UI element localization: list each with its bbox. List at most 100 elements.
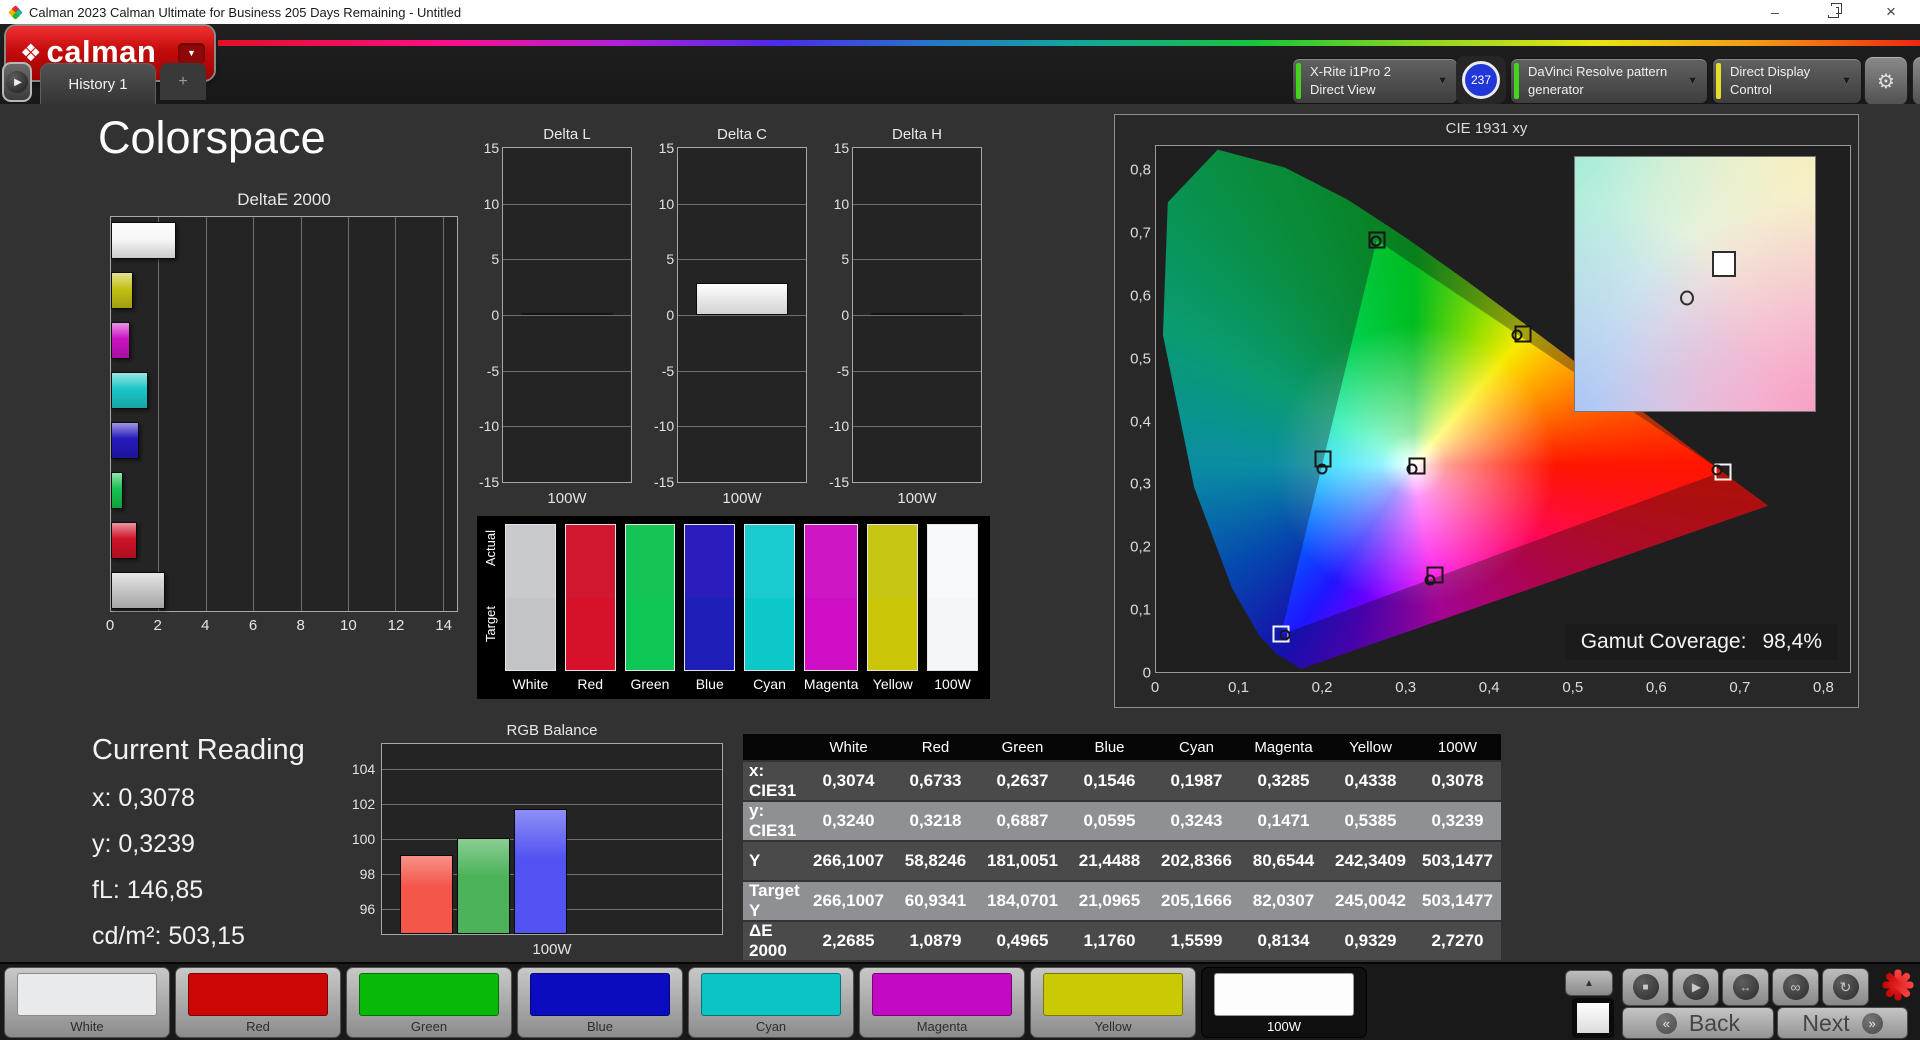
table-cell: 266,1007 (813, 851, 884, 870)
settings-button[interactable]: ⚙ (1864, 56, 1908, 106)
chevron-down-icon: ▼ (1841, 75, 1852, 87)
patch-button-white[interactable]: White (4, 967, 170, 1038)
column-header: 100W (1437, 738, 1478, 756)
minimize-button[interactable]: – (1746, 0, 1804, 24)
patch-button-magenta[interactable]: Magenta (859, 967, 1025, 1038)
table-cell: 0,2637 (996, 771, 1049, 790)
target-swatch (928, 597, 977, 670)
gamut-coverage-value: 98,4% (1762, 630, 1822, 653)
x-axis-label: 100W (897, 490, 937, 507)
stop-measure-button[interactable]: ■ (1622, 968, 1669, 1006)
axis-tick-label: 0 (1142, 664, 1151, 682)
table-cell: 2,2685 (822, 931, 875, 950)
patch-button-100w[interactable]: 100W (1201, 967, 1367, 1038)
deltae-bars (111, 217, 457, 611)
page-title: Colorspace (98, 112, 326, 163)
display-control-dropdown[interactable]: Direct Display Control ▼ (1712, 58, 1862, 104)
column-header: Green (1001, 738, 1044, 756)
expand-pattern-options-button[interactable]: ▲ (1565, 970, 1613, 996)
table-cell: 0,1987 (1170, 771, 1223, 790)
gridline (503, 315, 631, 316)
swatch-columns: White Red Green Blue Cyan Magenta Yellow 100W (505, 524, 978, 699)
chart-title: Delta L (543, 126, 591, 143)
axis-tick-label: 0,8 (1812, 679, 1834, 696)
axis-tick-label: -15 (478, 474, 500, 490)
patch-swatch (1214, 973, 1354, 1016)
gridline (382, 803, 722, 805)
refresh-button[interactable]: ↻ (1822, 968, 1869, 1006)
patch-button-cyan[interactable]: Cyan (688, 967, 854, 1038)
axis-tick-label: 0,1 (1130, 601, 1151, 619)
patch-button-green[interactable]: Green (346, 967, 512, 1038)
logo-dropdown-caret-icon[interactable]: ▼ (178, 42, 205, 64)
swatch-label: White (512, 676, 549, 692)
measure-series-button[interactable]: ↔ (1722, 968, 1769, 1006)
gamut-coverage-readout: Gamut Coverage: 98,4% (1564, 624, 1838, 660)
column-header: Blue (1094, 738, 1125, 756)
step-icon: ↔ (1732, 974, 1759, 1000)
swatch-column-green: Green (624, 524, 676, 699)
meter-dropdown[interactable]: X-Rite i1Pro 2 Direct View ▼ (1292, 58, 1458, 104)
next-button[interactable]: Next » (1777, 1007, 1908, 1039)
reading-value: 0,3239 (118, 830, 195, 858)
x-axis-label: 100W (722, 490, 762, 507)
actual-swatch (804, 525, 858, 598)
deltae-bar-yellow (111, 272, 134, 309)
collapse-panel-button[interactable]: ◀ (1912, 56, 1920, 106)
swatch (505, 524, 556, 671)
gridline (503, 426, 631, 428)
patch-swatch (188, 973, 328, 1016)
deltae-bar-red (111, 522, 137, 559)
cie-plot-area: Gamut Coverage: 98,4% (1155, 145, 1851, 673)
table-cell: 0,3239 (1431, 811, 1484, 830)
add-tab-button[interactable]: + (160, 63, 206, 100)
axis-tick-label: 0,2 (1311, 679, 1333, 696)
chart-title: Delta H (891, 126, 943, 143)
patch-button-red[interactable]: Red (175, 967, 341, 1038)
inset-target-marker (1711, 250, 1736, 277)
restore-button[interactable] (1804, 0, 1862, 24)
axis-tick-label: 0 (105, 617, 115, 634)
patch-label: Blue (586, 1019, 614, 1034)
deltae-bar-blue (111, 422, 139, 459)
axis-tick-label: -5 (661, 362, 675, 379)
axis-tick-label: 12 (387, 617, 405, 634)
display-status-accent (1716, 63, 1721, 99)
delta-l-chart: Delta L 15 10 5 0 -5 -10 -15 100W (479, 126, 632, 507)
column-header: Cyan (1178, 738, 1215, 756)
axis-tick-label: 4 (201, 617, 210, 634)
back-button[interactable]: « Back (1622, 1007, 1774, 1039)
gridline (853, 370, 981, 372)
actual-swatch (745, 525, 794, 598)
table-cell: 242,3409 (1335, 851, 1406, 870)
patch-button-yellow[interactable]: Yellow (1030, 967, 1196, 1038)
reading-count-button[interactable]: 237 (1456, 56, 1506, 104)
axis-tick-label: -15 (828, 474, 850, 490)
chart-title: RGB Balance (506, 722, 598, 739)
axis-tick-label: -15 (653, 474, 675, 490)
measure-continuous-button[interactable]: ∞ (1772, 968, 1819, 1006)
axis-tick-label: 15 (483, 140, 500, 156)
swatch-label: Cyan (753, 676, 786, 692)
swatch (564, 524, 616, 671)
pattern-dropdown-label: DaVinci Resolve pattern generator (1528, 64, 1668, 97)
pattern-window-preview[interactable] (1572, 998, 1614, 1038)
column-header: Yellow (1349, 738, 1392, 756)
reading-line: x: 0,3078 (92, 784, 305, 813)
pattern-generator-dropdown[interactable]: DaVinci Resolve pattern generator ▼ (1510, 58, 1708, 104)
actual-swatch (928, 525, 977, 598)
actual-swatch (625, 525, 675, 598)
measure-once-button[interactable]: ▶ (1672, 968, 1719, 1006)
target-swatch (565, 597, 615, 670)
patch-button-blue[interactable]: Blue (517, 967, 683, 1038)
gridline (678, 203, 806, 205)
axis-tick-label: -10 (828, 418, 850, 435)
current-reading-title: Current Reading (92, 734, 305, 766)
tab-history-1[interactable]: History 1 (40, 63, 156, 104)
deltae-bar-green (111, 472, 123, 509)
table-cell: 80,6544 (1252, 851, 1315, 870)
workflow-nav-button[interactable]: ▶ (2, 62, 32, 102)
chevron-down-icon: ▼ (1687, 75, 1698, 87)
table-cell: 21,4488 (1078, 851, 1141, 870)
close-button[interactable]: × (1862, 0, 1920, 24)
